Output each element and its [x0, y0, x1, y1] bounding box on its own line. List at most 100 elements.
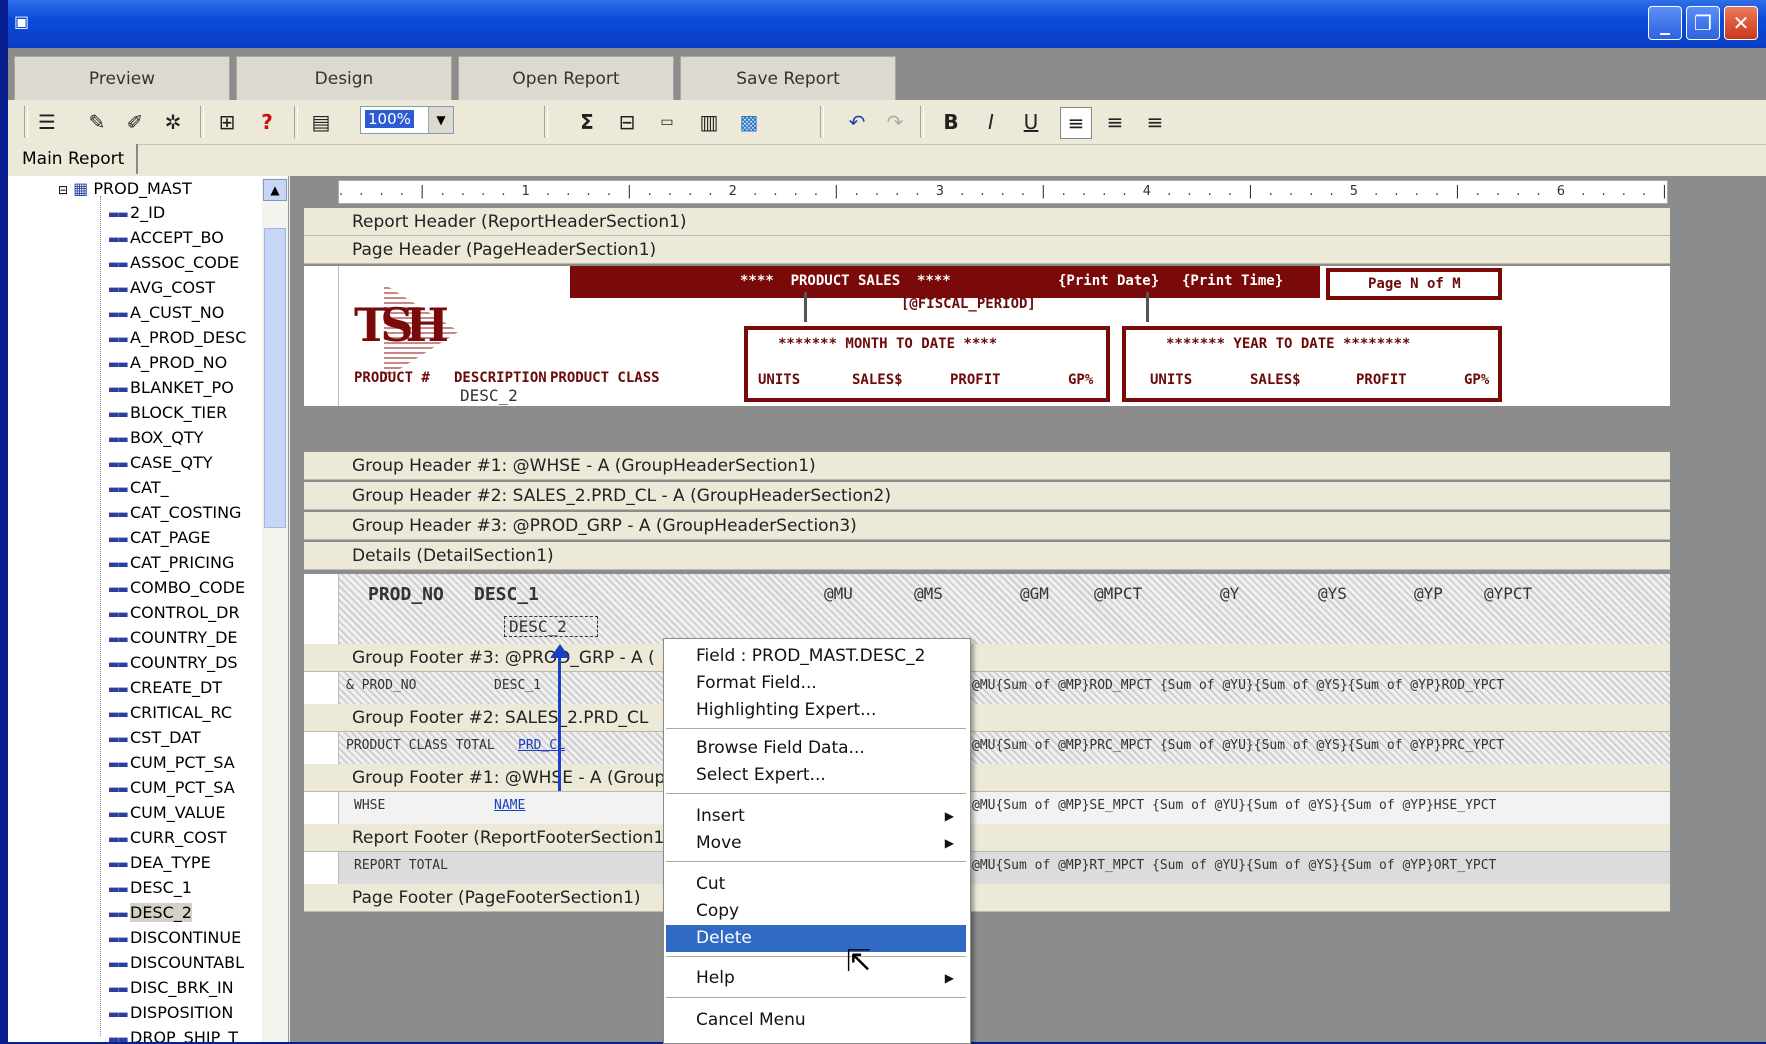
print-date-field[interactable]: {Print Date} — [1058, 273, 1159, 289]
menu-item-cancel-menu[interactable]: Cancel Menu — [666, 1007, 966, 1034]
menu-item-help[interactable]: Help ▶ — [666, 965, 966, 992]
section-group-footer-2[interactable]: Group Footer #2: SALES_2.PRD_CL — [304, 704, 1670, 732]
tree-field-item[interactable]: ▬▬ DISCONTINUE — [108, 925, 268, 950]
tree-field-item[interactable]: ▬▬ CRITICAL_RC — [108, 700, 268, 725]
section-page-header[interactable]: Page Header (PageHeaderSection1) — [304, 236, 1670, 264]
ms-field[interactable]: @MS — [914, 584, 943, 603]
section-report-footer[interactable]: Report Footer (ReportFooterSection1 — [304, 824, 1670, 852]
section-group-header-1[interactable]: Group Header #1: @WHSE - A (GroupHeaderS… — [304, 452, 1670, 480]
gf1-summary-fields[interactable]: @MU{Sum of @MP}SE_MPCT {Sum of @YU}{Sum … — [972, 798, 1496, 813]
menu-item-copy[interactable]: Copy — [666, 898, 966, 925]
print-time-field[interactable]: {Print Time} — [1182, 273, 1283, 289]
insert-group-icon[interactable]: ⊟ — [612, 107, 642, 137]
product-number-header[interactable]: PRODUCT # — [354, 370, 430, 386]
insert-field-icon[interactable]: ✐ — [120, 107, 150, 137]
chevron-down-icon[interactable]: ▼ — [428, 107, 453, 133]
tab-main-report[interactable]: Main Report — [8, 144, 138, 174]
ys-field[interactable]: @YS — [1318, 584, 1347, 603]
mpct-field[interactable]: @MPCT — [1094, 584, 1142, 603]
page-n-of-m-box[interactable]: Page N of M — [1326, 268, 1502, 300]
underline-icon[interactable]: U — [1016, 107, 1046, 137]
desc1-field[interactable]: DESC_1 — [474, 584, 539, 605]
desc2-header-field[interactable]: DESC_2 — [460, 386, 518, 405]
save-icon[interactable]: ▤ — [306, 107, 336, 137]
tree-field-item[interactable]: ▬▬ CAT_ — [108, 475, 268, 500]
section-group-footer-3[interactable]: Group Footer #3: @PROD_GRP - A ( — [304, 644, 1670, 672]
insert-text-icon[interactable]: ✎ — [82, 107, 112, 137]
menu-item-field-title[interactable]: Field : PROD_MAST.DESC_2 — [666, 643, 966, 670]
tree-field-item[interactable]: ▬▬ ACCEPT_BO — [108, 225, 268, 250]
fiscal-period-box[interactable]: [@FISCAL_PERIOD] — [804, 292, 1149, 322]
ytd-box[interactable]: ******* YEAR TO DATE ******** UNITS SALE… — [1122, 326, 1502, 402]
minimize-button[interactable]: _ — [1648, 6, 1682, 40]
report-footer-band[interactable]: REPORT TOTAL @MU{Sum of @MP}RT_MPCT {Sum… — [304, 852, 1670, 884]
section-page-footer[interactable]: Page Footer (PageFooterSection1) — [304, 884, 1670, 912]
section-report-header[interactable]: Report Header (ReportHeaderSection1) — [304, 208, 1670, 236]
gf3-summary-fields[interactable]: @MU{Sum of @MP}ROD_MPCT {Sum of @YU}{Sum… — [972, 678, 1504, 693]
tree-root-table[interactable]: ⊟ ▦ PROD_MAST — [58, 178, 192, 200]
tree-field-item[interactable]: ▬▬ BLOCK_TIER — [108, 400, 268, 425]
tree-field-item[interactable]: ▬▬ A_CUST_NO — [108, 300, 268, 325]
scroll-thumb[interactable] — [264, 228, 286, 528]
insert-subreport-icon[interactable]: ▭ — [652, 107, 682, 137]
tree-field-item[interactable]: ▬▬ DEA_TYPE — [108, 850, 268, 875]
redo-icon[interactable]: ↷ — [880, 107, 910, 137]
rf-summary-fields[interactable]: @MU{Sum of @MP}RT_MPCT {Sum of @YU}{Sum … — [972, 858, 1496, 873]
tab-save-report[interactable]: Save Report — [680, 56, 896, 100]
details-band[interactable]: PROD_NO DESC_1 DESC_2 @MU @MS @GM @MPCT … — [304, 574, 1670, 644]
description-header[interactable]: DESCRIPTION — [454, 370, 547, 386]
tree-field-item[interactable]: ▬▬ DISCOUNTABL — [108, 950, 268, 975]
tree-field-item[interactable]: ▬▬ COMBO_CODE — [108, 575, 268, 600]
tree-field-item[interactable]: ▬▬ CST_DAT — [108, 725, 268, 750]
gf3-desc1-field[interactable]: DESC_1 — [494, 678, 541, 693]
menu-item-format-field[interactable]: Format Field... — [666, 670, 966, 697]
tab-design[interactable]: Design — [236, 56, 452, 100]
tree-field-item[interactable]: ▬▬ DESC_1 — [108, 875, 268, 900]
group-footer-3-band[interactable]: & PROD_NO DESC_1 @MU{Sum of @MP}ROD_MPCT… — [304, 672, 1670, 704]
tree-field-item[interactable]: ▬▬ CAT_COSTING — [108, 500, 268, 525]
tab-preview[interactable]: Preview — [14, 56, 230, 100]
help-icon[interactable]: ? — [252, 107, 282, 137]
summary-icon[interactable]: Σ — [572, 107, 602, 137]
section-details[interactable]: Details (DetailSection1) — [304, 542, 1670, 570]
group-footer-2-band[interactable]: PRODUCT CLASS TOTAL PRD_CL @MU{Sum of @M… — [304, 732, 1670, 764]
undo-icon[interactable]: ↶ — [842, 107, 872, 137]
menu-item-delete[interactable]: Delete — [666, 925, 966, 952]
tree-field-item[interactable]: ▬▬ DISC_BRK_IN — [108, 975, 268, 1000]
group-footer-1-band[interactable]: WHSE NAME @MU{Sum of @MP}SE_MPCT {Sum of… — [304, 792, 1670, 824]
tab-open-report[interactable]: Open Report — [458, 56, 674, 100]
insert-picture-icon[interactable]: ▩ — [734, 107, 764, 137]
tree-field-item[interactable]: ▬▬ CUM_PCT_SA — [108, 775, 268, 800]
tree-field-item[interactable]: ▬▬ AVG_COST — [108, 275, 268, 300]
tree-field-item[interactable]: ▬▬ A_PROD_NO — [108, 350, 268, 375]
menu-item-highlighting-expert[interactable]: Highlighting Expert... — [666, 697, 966, 724]
report-options-icon[interactable]: ⊞ — [212, 107, 242, 137]
gf2-label-field[interactable]: PRODUCT CLASS TOTAL — [346, 738, 495, 753]
tree-scrollbar[interactable]: ▲ — [262, 178, 288, 1042]
tree-field-item[interactable]: ▬▬ BLANKET_PO — [108, 375, 268, 400]
product-class-header[interactable]: PRODUCT CLASS — [550, 370, 660, 386]
ypct-field[interactable]: @YPCT — [1484, 584, 1532, 603]
menu-item-browse-field-data[interactable]: Browse Field Data... — [666, 735, 966, 762]
tree-field-item[interactable]: ▬▬ 2_ID — [108, 200, 268, 225]
tree-field-item[interactable]: ▬▬ ASSOC_CODE — [108, 250, 268, 275]
tree-field-item[interactable]: ▬▬ BOX_QTY — [108, 425, 268, 450]
close-button[interactable]: ✕ — [1724, 6, 1758, 40]
desc2-field-selected[interactable]: DESC_2 — [504, 616, 598, 637]
restore-button[interactable]: ❐ — [1686, 6, 1720, 40]
tree-field-item[interactable]: ▬▬ CAT_PAGE — [108, 525, 268, 550]
gf1-whse-field[interactable]: WHSE — [354, 798, 385, 813]
scroll-up-icon[interactable]: ▲ — [263, 179, 287, 201]
align-center-icon[interactable]: ≡ — [1100, 107, 1130, 137]
menu-item-cut[interactable]: Cut — [666, 871, 966, 898]
section-group-header-2[interactable]: Group Header #2: SALES_2.PRD_CL - A (Gro… — [304, 482, 1670, 510]
chart-icon[interactable]: ▥ — [694, 107, 724, 137]
toggle-tree-icon[interactable]: ☰ — [32, 107, 62, 137]
menu-item-move[interactable]: Move ▶ — [666, 830, 966, 857]
align-left-icon[interactable]: ≡ — [1060, 107, 1092, 139]
tree-field-item[interactable]: ▬▬ CUM_PCT_SA — [108, 750, 268, 775]
yp-field[interactable]: @YP — [1414, 584, 1443, 603]
gf3-prod-no-field[interactable]: & PROD_NO — [346, 678, 416, 693]
page-header-band[interactable]: TSH **** PRODUCT SALES **** {Print Date}… — [304, 266, 1670, 406]
mu-field[interactable]: @MU — [824, 584, 853, 603]
